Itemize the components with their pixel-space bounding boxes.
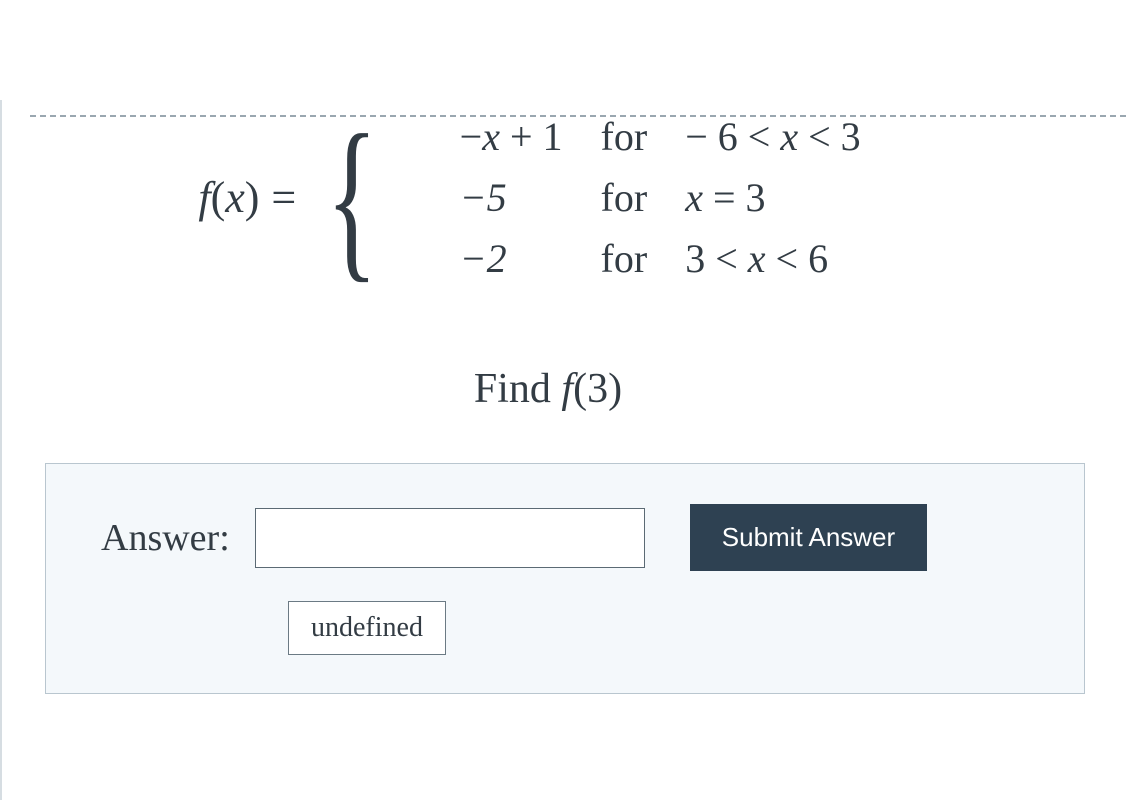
answer-label: Answer: bbox=[101, 516, 230, 560]
answer-input[interactable] bbox=[255, 508, 645, 568]
function-lhs: f(x) = bbox=[198, 172, 308, 223]
case-expr: −x + 1 bbox=[459, 112, 564, 161]
f-letter: f bbox=[198, 172, 210, 223]
case-expr: −5 bbox=[459, 173, 564, 222]
secondary-row: undefined bbox=[288, 601, 1044, 655]
problem-page: f(x) = { −x + 1 for − 6 < x < 3 −5 for x… bbox=[0, 100, 1126, 800]
answer-row: Answer: Submit Answer bbox=[101, 504, 1044, 571]
function-definition: f(x) = { −x + 1 for − 6 < x < 3 −5 for x… bbox=[30, 100, 1126, 295]
prompt-arg: 3 bbox=[587, 366, 608, 412]
case-cond: − 6 < x < 3 bbox=[684, 112, 861, 161]
case-for: for bbox=[600, 112, 649, 161]
prompt-f: f bbox=[561, 366, 573, 412]
undefined-button[interactable]: undefined bbox=[288, 601, 446, 655]
case-cond: 3 < x < 6 bbox=[684, 234, 861, 283]
submit-button[interactable]: Submit Answer bbox=[690, 504, 927, 571]
section-divider bbox=[30, 115, 1126, 117]
case-row: −5 for x = 3 bbox=[459, 173, 862, 222]
prompt-open: ( bbox=[573, 366, 587, 412]
case-expr: −2 bbox=[459, 234, 564, 283]
equals-sign: = bbox=[259, 172, 308, 223]
x-var: x bbox=[225, 172, 245, 223]
case-for: for bbox=[600, 173, 649, 222]
case-cond: x = 3 bbox=[684, 173, 861, 222]
case-for: for bbox=[600, 234, 649, 283]
case-row: −x + 1 for − 6 < x < 3 bbox=[459, 112, 862, 161]
answer-panel: Answer: Submit Answer undefined bbox=[45, 463, 1085, 694]
open-paren: ( bbox=[211, 172, 226, 223]
piecewise-cases: −x + 1 for − 6 < x < 3 −5 for x = 3 −2 f… bbox=[423, 100, 898, 295]
left-brace: { bbox=[326, 117, 378, 279]
prompt-close: ) bbox=[608, 366, 622, 412]
close-paren: ) bbox=[245, 172, 260, 223]
case-row: −2 for 3 < x < 6 bbox=[459, 234, 862, 283]
question-prompt: Find f(3) bbox=[30, 365, 1126, 413]
find-word: Find bbox=[474, 366, 562, 412]
